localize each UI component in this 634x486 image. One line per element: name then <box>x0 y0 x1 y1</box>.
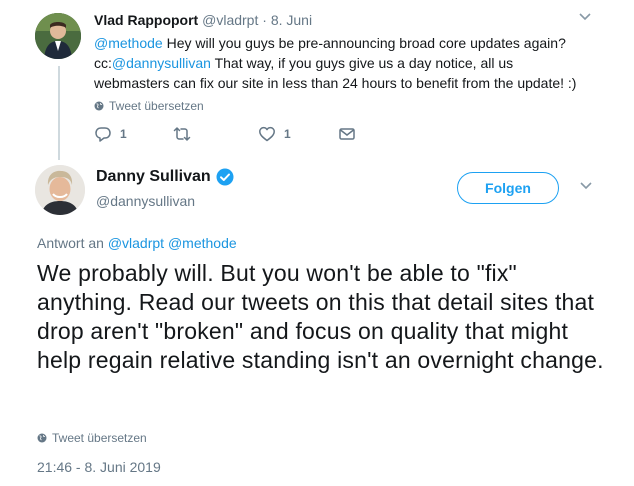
globe-icon <box>94 101 104 111</box>
translate-tweet2[interactable]: Tweet übersetzen <box>37 431 147 445</box>
like-count: 1 <box>284 127 291 141</box>
mention-dannysullivan[interactable]: @dannysullivan <box>112 55 211 71</box>
chevron-down-icon[interactable] <box>578 10 592 27</box>
reply-count: 1 <box>120 127 127 141</box>
verified-badge-icon <box>216 168 234 186</box>
follow-button[interactable]: Folgen <box>457 172 559 204</box>
direct-message-button[interactable] <box>338 125 356 143</box>
tweet1-author: Vlad Rappoport @vladrpt · 8. Juni <box>94 12 312 28</box>
avatar-vlad[interactable] <box>35 13 81 59</box>
tweet1-time[interactable]: 8. Juni <box>271 12 312 28</box>
heart-icon <box>259 126 275 142</box>
translate-label: Tweet übersetzen <box>52 431 147 445</box>
globe-icon <box>37 433 47 443</box>
like-button[interactable]: 1 <box>258 125 291 143</box>
tweet1-handle[interactable]: @vladrpt <box>202 12 258 28</box>
translate-tweet1[interactable]: Tweet übersetzen <box>94 99 204 113</box>
avatar-danny[interactable] <box>35 165 85 215</box>
tweet1-separator: · <box>262 12 267 28</box>
tweet1-name[interactable]: Vlad Rappoport <box>94 12 198 28</box>
reply-mention-methode[interactable]: @methode <box>168 235 237 251</box>
reply-button[interactable]: 1 <box>94 125 127 143</box>
tweet1-text-line1: Hey will you guys be pre-announcing broa… <box>162 35 566 51</box>
tweet2-text: We probably will. But you won't be able … <box>37 260 604 373</box>
tweet2-author[interactable]: Danny Sullivan <box>96 168 234 186</box>
mention-methode[interactable]: @methode <box>94 35 163 51</box>
retweet-icon <box>173 127 191 141</box>
tweet2-name[interactable]: Danny Sullivan <box>96 168 211 186</box>
reply-context: Antwort an @vladrpt @methode <box>37 235 237 251</box>
retweet-button[interactable] <box>173 125 191 143</box>
chevron-down-icon[interactable] <box>579 179 593 196</box>
tweet2-handle[interactable]: @dannysullivan <box>96 193 195 209</box>
translate-label: Tweet übersetzen <box>109 99 204 113</box>
tweet2-timestamp[interactable]: 21:46 - 8. Juni 2019 <box>37 459 161 475</box>
tweet1-text: @methode Hey will you guys be pre-announ… <box>94 33 584 93</box>
reply-icon <box>95 127 111 142</box>
thread-line <box>58 66 60 160</box>
tweet1-cc: cc: <box>94 55 112 71</box>
reply-prefix: Antwort an <box>37 235 104 251</box>
envelope-icon <box>339 128 355 140</box>
reply-mention-vladrpt[interactable]: @vladrpt <box>108 235 164 251</box>
